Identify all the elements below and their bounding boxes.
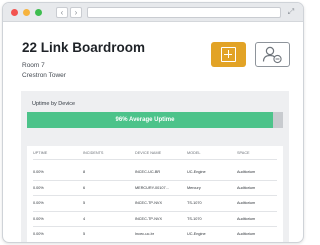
- row-divider: [33, 195, 277, 196]
- minimize-window-button[interactable]: [23, 9, 30, 16]
- uptime-section-label: Uptime by Device: [32, 101, 76, 107]
- table-cell: Auditorium: [237, 216, 256, 221]
- table-cell: 6: [83, 185, 86, 190]
- chevron-right-icon[interactable]: ›: [70, 7, 82, 18]
- room-number: Room 7: [22, 62, 45, 69]
- table-cell: 0.00%: [33, 232, 44, 236]
- device-uptime-panel: Uptime by Device 96% Average Uptime UPTI…: [21, 91, 289, 242]
- column-header-uptime[interactable]: UPTIME: [33, 151, 47, 155]
- row-divider: [33, 226, 277, 227]
- table-cell: Incec-uc-br: [135, 232, 154, 236]
- add-device-button[interactable]: [211, 42, 246, 67]
- table-cell: Auditorium: [237, 201, 256, 205]
- table-cell: INCEC-TP-NVX: [135, 216, 163, 221]
- table-cell: TS-1070: [187, 201, 202, 205]
- expand-icon[interactable]: ⤢: [286, 7, 296, 17]
- row-divider: [33, 210, 277, 212]
- add-device-icon: [221, 47, 236, 62]
- table-cell: MERCURY-00107...: [135, 185, 169, 190]
- chevron-left-icon[interactable]: ‹: [56, 7, 68, 18]
- remove-user-button[interactable]: [255, 42, 290, 67]
- column-header-model[interactable]: MODEL: [187, 151, 201, 155]
- table-cell: UC-Engine: [187, 232, 206, 236]
- column-header-device-name[interactable]: DEVICE NAME: [135, 151, 161, 155]
- table-cell: Mercury: [187, 185, 201, 190]
- title-bar: ‹ › ⤢: [3, 3, 303, 22]
- table-cell: 0.00%: [33, 201, 44, 205]
- table-cell: INCEC-UC-BR: [135, 170, 161, 174]
- table-cell: 4: [83, 216, 86, 221]
- building-name: Crestron Tower: [22, 72, 66, 79]
- row-divider: [33, 179, 277, 181]
- maximize-window-button[interactable]: [35, 9, 42, 16]
- table-cell: 5: [83, 201, 86, 205]
- table-cell: Auditorium: [237, 232, 256, 236]
- column-header-space[interactable]: SPACE: [237, 151, 250, 155]
- table-cell: TS-1070: [187, 216, 202, 221]
- table-cell: 0.00%: [33, 170, 44, 174]
- table-cell: 5: [83, 232, 86, 236]
- table-cell: 0.00%: [33, 216, 44, 221]
- browser-window: ‹ › ⤢ 22 Link Boardroom Room 7 Crestron …: [2, 2, 304, 243]
- uptime-progress-bar: 96% Average Uptime: [27, 112, 283, 128]
- page-title: 22 Link Boardroom: [22, 40, 146, 55]
- table-cell: 0.00%: [33, 185, 44, 190]
- remove-user-icon: [262, 46, 282, 64]
- address-bar[interactable]: [87, 7, 281, 18]
- table-cell: UC-Engine: [187, 170, 206, 174]
- header-divider: [33, 159, 277, 160]
- table-cell: INCEC-TP-NVX: [135, 201, 163, 205]
- table-cell: Auditorium: [237, 170, 256, 174]
- uptime-average-text: 96% Average Uptime: [115, 117, 175, 123]
- table-cell: 8: [83, 170, 86, 174]
- table-cell: Auditorium: [237, 185, 256, 190]
- column-header-incidents[interactable]: INCIDENTS: [83, 151, 103, 155]
- device-table: UPTIME INCIDENTS DEVICE NAME MODEL SPACE…: [27, 146, 283, 242]
- close-window-button[interactable]: [11, 9, 18, 16]
